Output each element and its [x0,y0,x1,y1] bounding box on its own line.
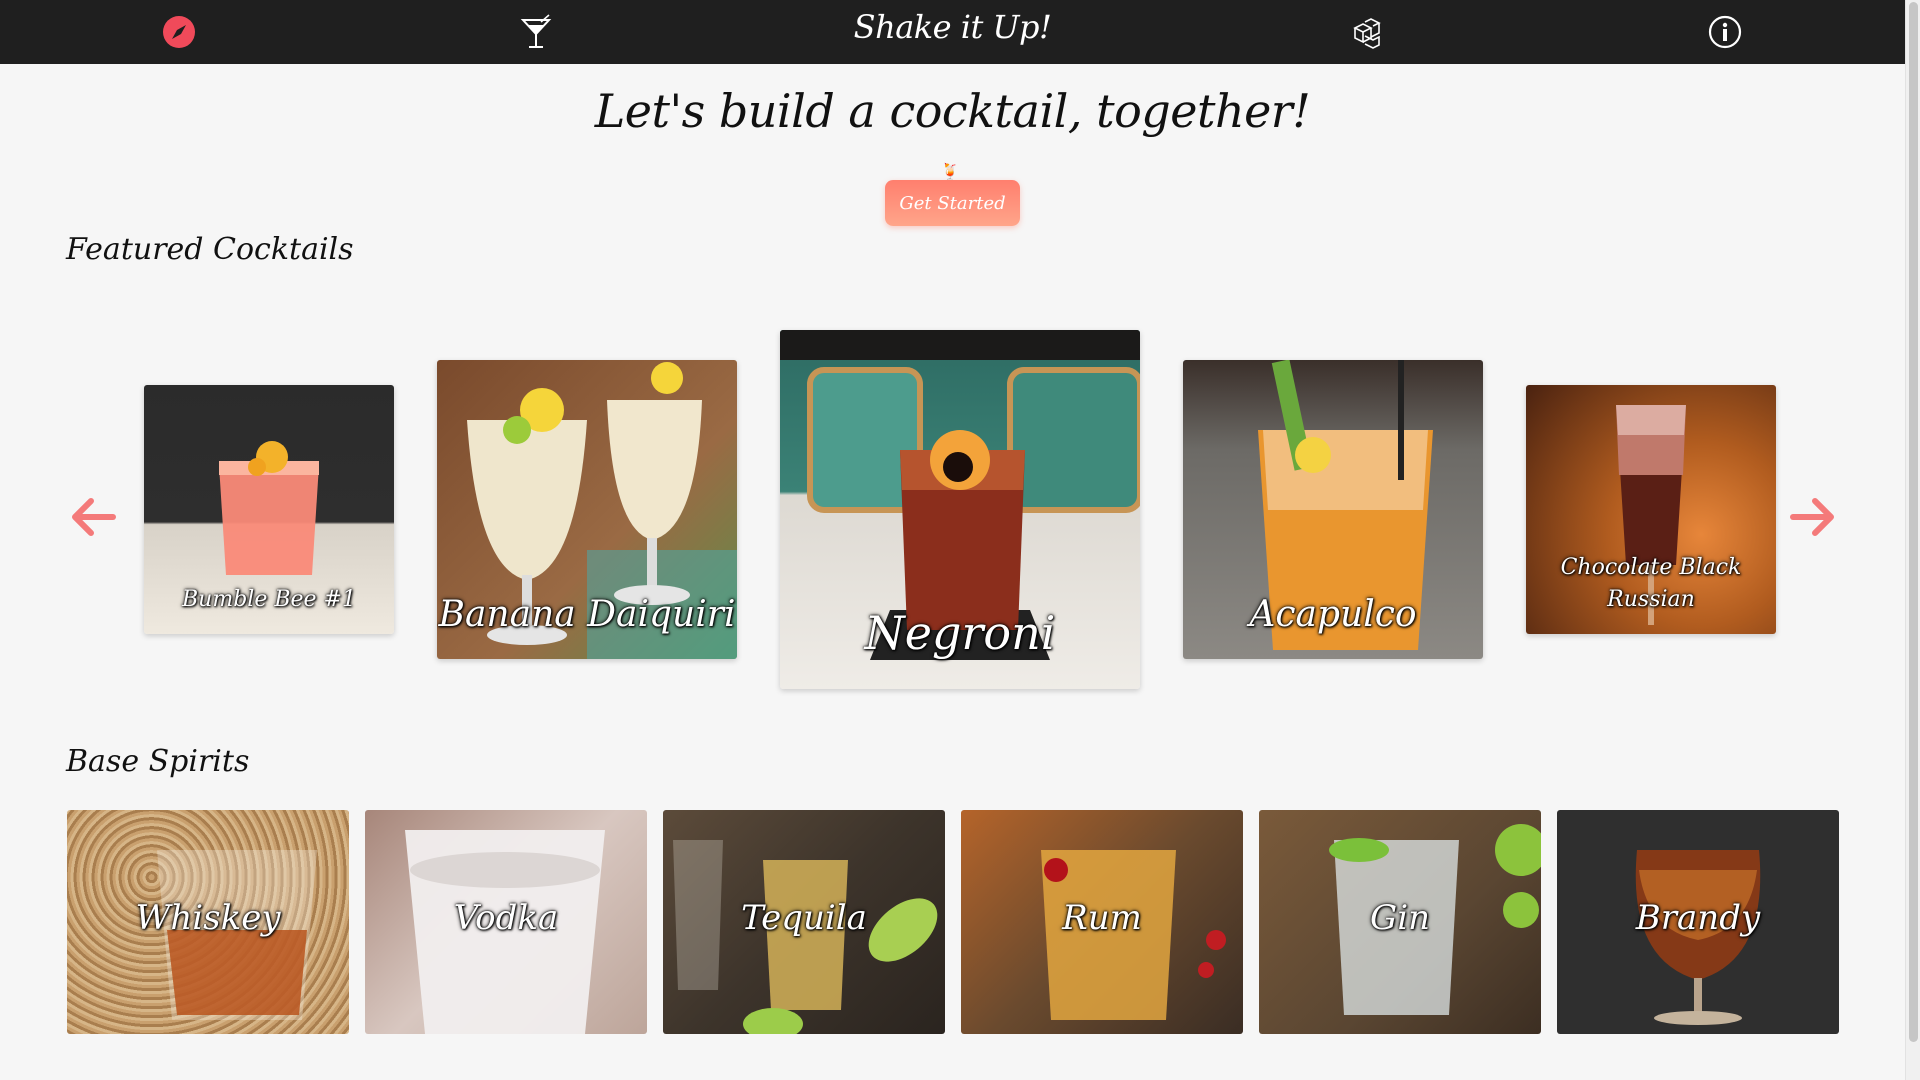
featured-heading: Featured Cocktails [66,232,354,267]
top-nav: Shake it Up! [0,0,1905,64]
spirit-name: Rum [1062,898,1142,938]
carousel-next-arrow-icon[interactable] [1786,490,1840,544]
get-started-button[interactable]: Get Started [885,180,1020,226]
spirit-name: Whiskey [135,898,281,938]
cocktail-name: Chocolate Black Russian [1560,555,1742,613]
carousel-prev-arrow-icon[interactable] [66,490,120,544]
cocktail-name: Banana Daiquiri [438,593,736,635]
spirit-name: Gin [1370,898,1430,938]
hero-title: Let's build a cocktail, together! [594,84,1311,138]
page-scrollbar[interactable] [1905,0,1920,1080]
scrollbar-thumb[interactable] [1909,2,1918,1042]
spirit-card-gin[interactable]: Gin [1259,810,1541,1034]
spirit-card-whiskey[interactable]: Whiskey [67,810,349,1034]
info-icon[interactable] [1707,14,1743,50]
cocktail-name: Acapulco [1249,593,1417,635]
spirit-card-rum[interactable]: Rum [961,810,1243,1034]
spirit-card-tequila[interactable]: Tequila [663,810,945,1034]
cocktail-name: Negroni [864,606,1056,661]
app-title[interactable]: Shake it Up! [0,8,1905,46]
spirit-card-brandy[interactable]: Brandy [1557,810,1839,1034]
spirit-card-vodka[interactable]: Vodka [365,810,647,1034]
featured-card[interactable]: Bumble Bee #1 [144,385,394,634]
ice-cubes-icon[interactable] [1349,14,1385,50]
featured-card[interactable]: Negroni [780,330,1140,689]
spirit-name: Brandy [1635,898,1761,938]
cocktail-name: Bumble Bee #1 [182,587,356,613]
featured-card[interactable]: Chocolate Black Russian [1526,385,1776,634]
featured-card[interactable]: Banana Daiquiri [437,360,737,659]
spirit-name: Vodka [453,898,559,938]
spirit-name: Tequila [741,898,867,938]
base-spirits-heading: Base Spirits [66,744,250,779]
featured-card[interactable]: Acapulco [1183,360,1483,659]
cocktail-emoji-icon: 🍹 [940,162,960,181]
